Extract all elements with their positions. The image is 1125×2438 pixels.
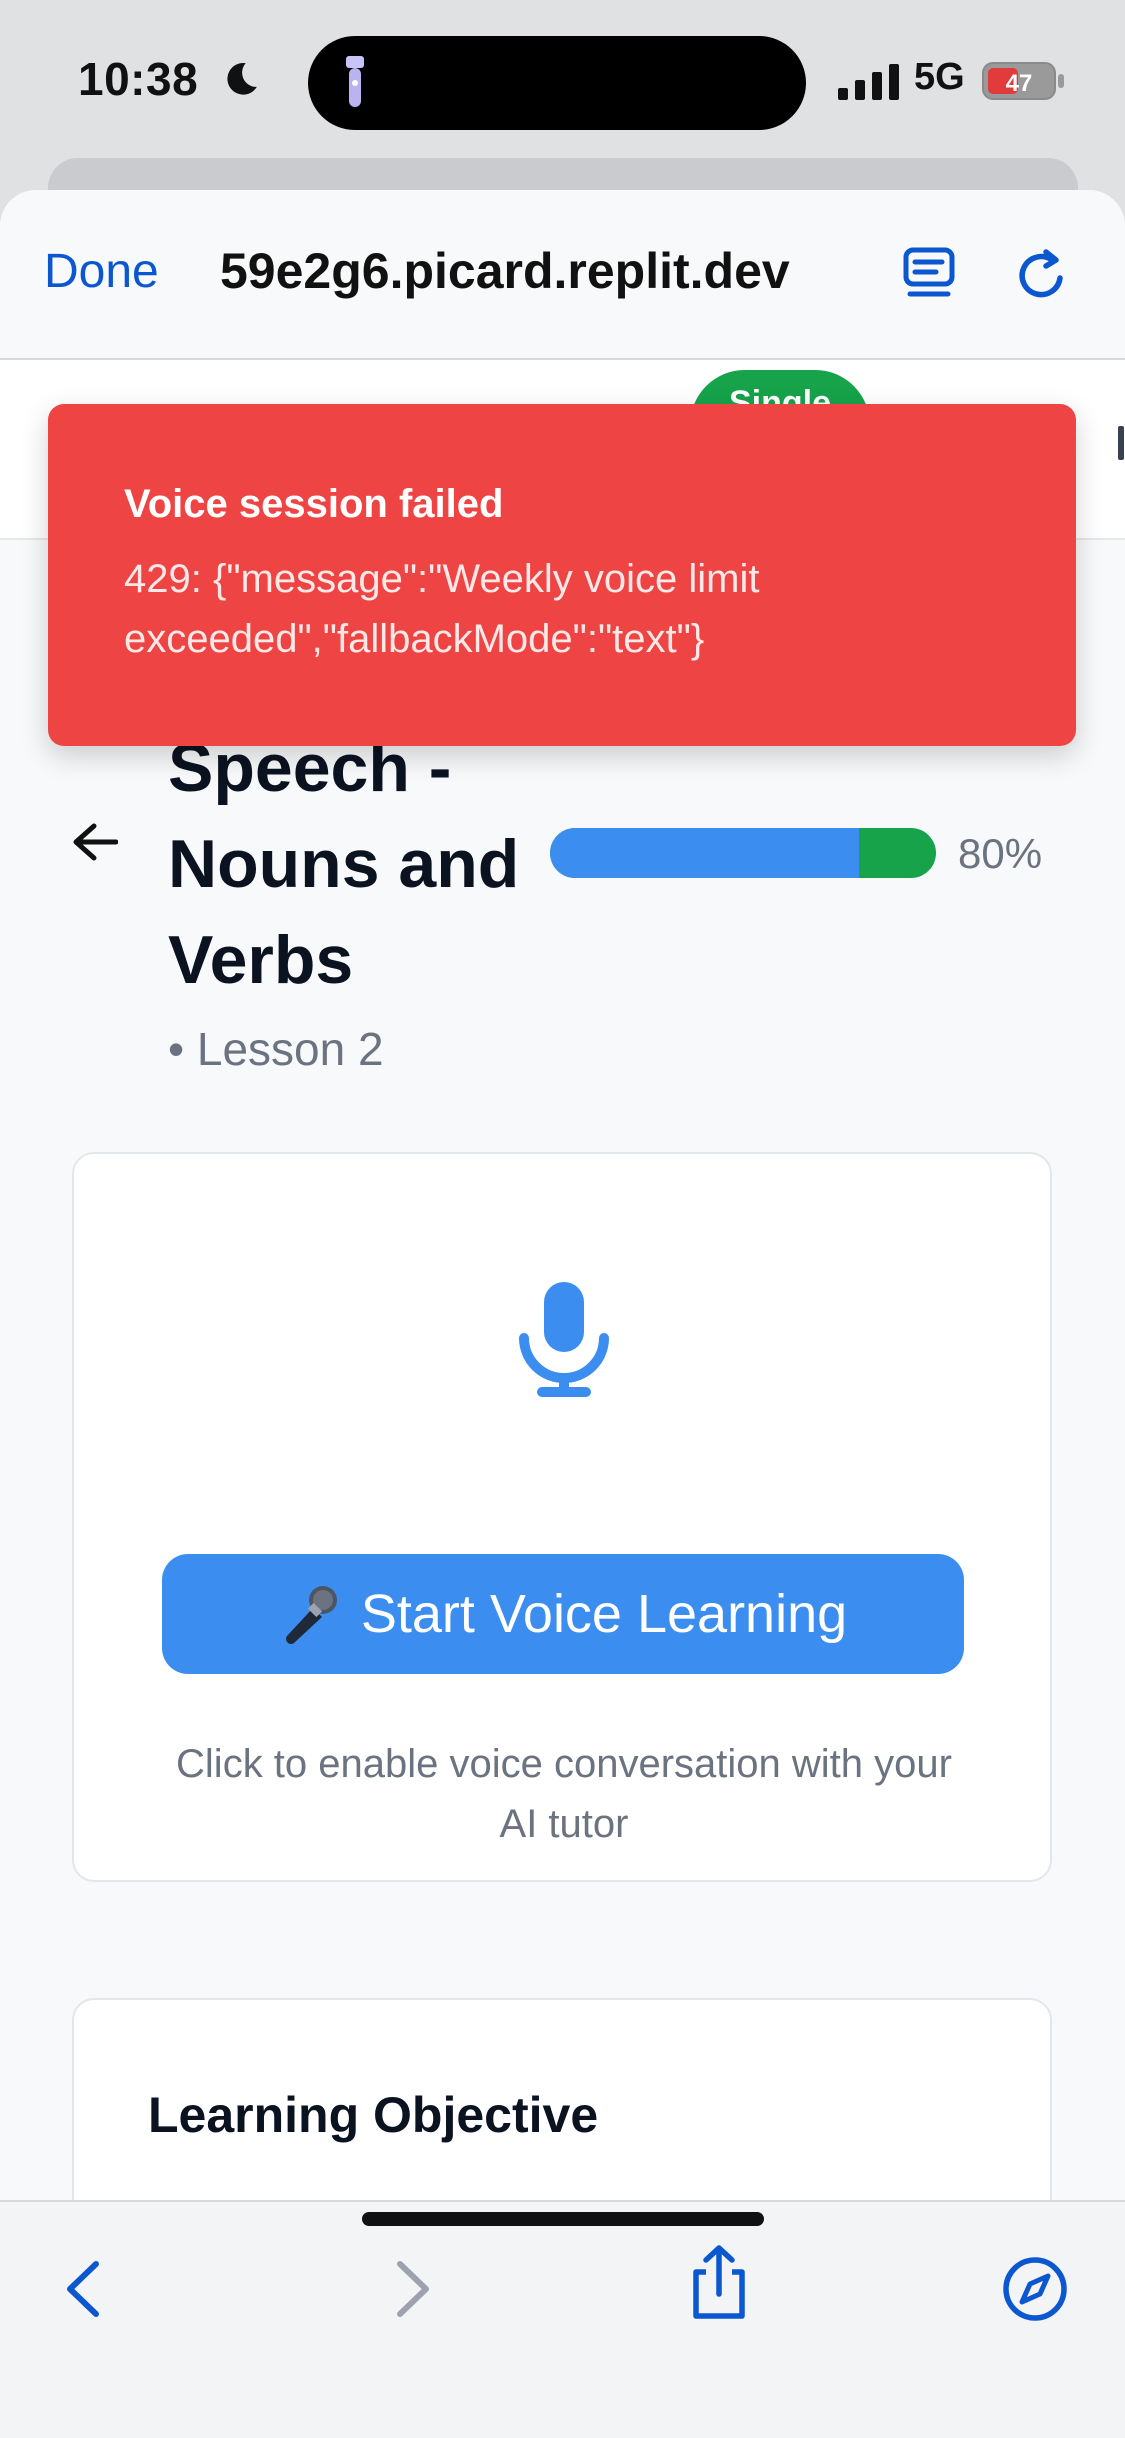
error-toast[interactable]: Voice session failed 429: {"message":"We… [48,404,1076,746]
voice-hint: Click to enable voice conversation with … [176,1742,952,1846]
lesson-progress-bar [550,828,936,878]
lesson-title: Speech - Nouns and Verbs [168,730,520,998]
back-arrow-icon[interactable] [72,822,118,862]
progress-fill [550,828,859,878]
home-indicator [362,2212,764,2226]
battery-level: 47 [1006,70,1033,97]
reader-icon[interactable] [900,246,958,304]
url-field[interactable]: 59e2g6.picard.replit.dev [220,242,850,300]
moon-icon [227,62,257,95]
header-edge-control [1118,426,1124,460]
browser-toolbar: Done 59e2g6.picard.replit.dev [0,190,1125,360]
flashlight-icon [346,56,364,107]
toast-title: Voice session failed [124,482,504,526]
url-text: 59e2g6.picard.replit.dev [220,243,790,299]
status-bar: 10:38 5G 47 [0,0,1125,170]
done-button[interactable]: Done [44,244,159,299]
browser-sheet: Done 59e2g6.picard.replit.dev Single Spe… [0,190,1125,2436]
back-icon[interactable] [52,2254,122,2324]
start-voice-label: Start Voice Learning [360,1584,848,1644]
status-time: 10:38 [78,53,199,105]
toast-message: 429: {"message":"Weekly voice limit exce… [124,557,760,661]
network-type: 5G [914,56,965,98]
signal-icon [838,64,899,100]
microphone-emoji-icon [285,1586,337,1644]
start-voice-learning-button[interactable]: Start Voice Learning [162,1554,964,1674]
lesson-header: Speech - Nouns and Verbs • Lesson 2 [168,720,548,1076]
microphone-icon [519,1282,609,1397]
voice-card: Start Voice Learning Click to enable voi… [72,1152,1052,1882]
lesson-subtitle: • Lesson 2 [168,1023,384,1075]
objective-title: Learning Objective [148,2087,599,2143]
battery-icon: 47 [982,62,1064,100]
progress-percent: 80% [958,830,1043,877]
forward-icon[interactable] [374,2254,444,2324]
reload-icon[interactable] [1012,244,1074,306]
compass-icon[interactable] [1000,2254,1070,2324]
share-icon[interactable] [684,2242,754,2322]
dynamic-island [308,36,806,130]
browser-bottom-toolbar [0,2200,1125,2438]
